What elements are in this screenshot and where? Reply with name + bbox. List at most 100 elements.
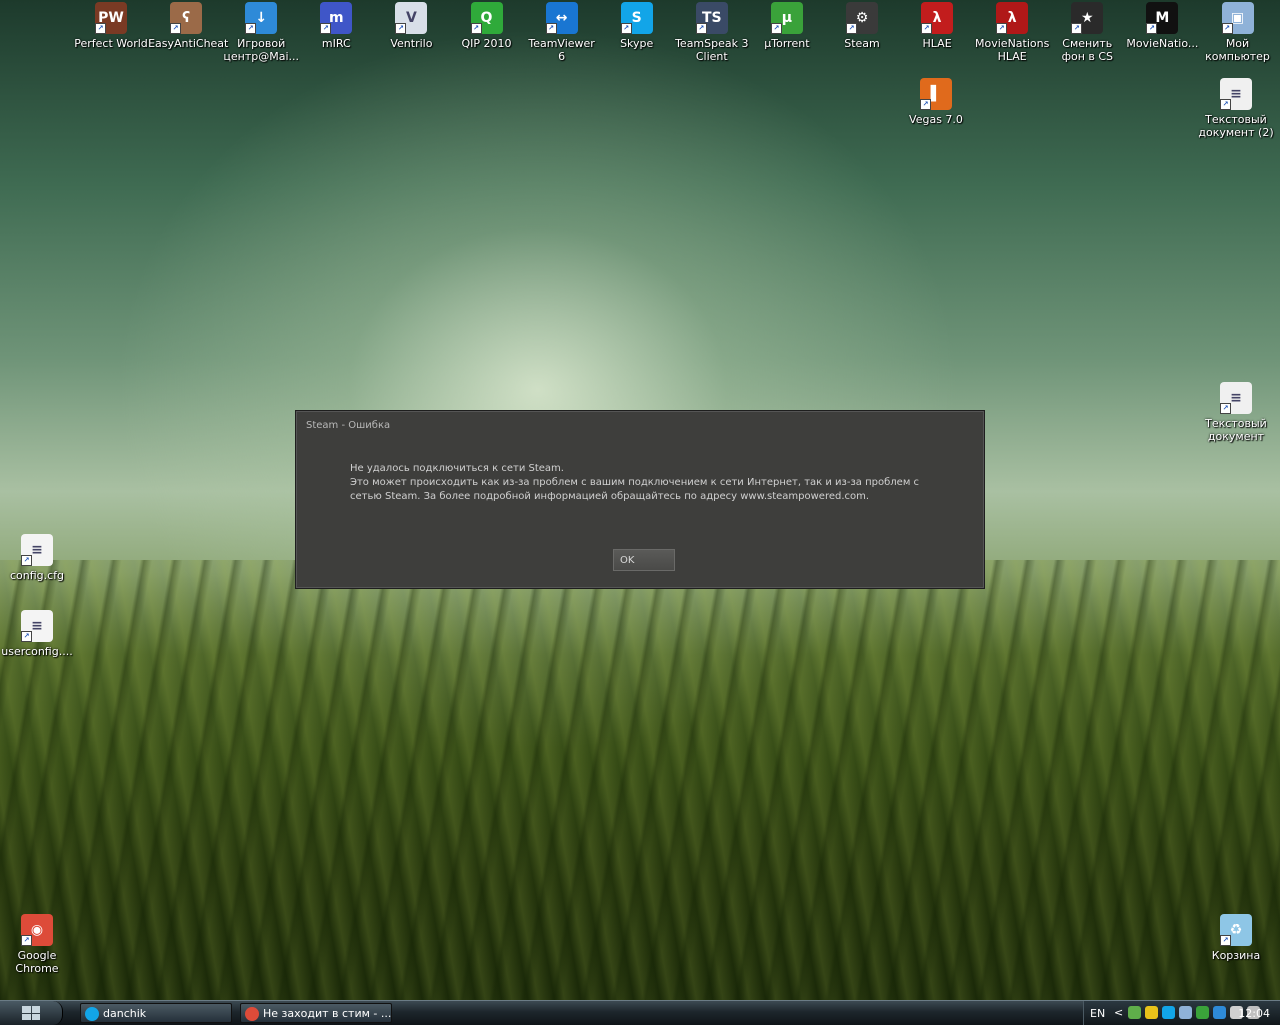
icon-glyph: ≡ xyxy=(1230,389,1242,406)
ventrilo-headset-icon: V ↗ xyxy=(395,2,428,34)
qip-icon: Q ↗ xyxy=(470,2,503,34)
desktop-shortcut-label: config.cfg xyxy=(9,569,65,582)
desktop-shortcut[interactable]: ⚙ ↗ Steam xyxy=(824,2,900,50)
shortcut-arrow-icon: ↗ xyxy=(996,23,1008,34)
desktop-shortcut[interactable]: m ↗ mIRC xyxy=(298,2,374,50)
desktop-shortcut[interactable]: ★ ↗ Сменить фон в CS xyxy=(1049,2,1125,63)
skype-tray-icon[interactable] xyxy=(1162,1006,1175,1019)
taskbar-item-label: Не заходит в стим - ... xyxy=(263,1007,392,1020)
my-computer-icon: ▣ ↗ xyxy=(1221,2,1254,34)
desktop-shortcut-label: µTorrent xyxy=(764,37,810,50)
desktop-shortcut[interactable]: ↓ ↗ Игровой центр@Mai... xyxy=(223,2,299,63)
dialog-message-line2: Это может происходить как из-за проблем … xyxy=(350,477,920,502)
icon-glyph: ★ xyxy=(1081,9,1094,26)
desktop-shortcut[interactable]: S ↗ Skype xyxy=(599,2,675,50)
dialog-message: Не удалось подключиться к сети Steam. Эт… xyxy=(350,462,950,504)
utorrent-tray-icon[interactable] xyxy=(1196,1006,1209,1019)
teddy-bear-icon: ʕ ↗ xyxy=(170,2,203,34)
dialog-title: Steam - Ошибка xyxy=(306,420,391,431)
desktop-shortcut-label: HLAE xyxy=(922,37,952,50)
icon-glyph: ʕ xyxy=(182,9,191,26)
clock[interactable]: 12:04 xyxy=(1238,1007,1270,1020)
network-icon[interactable] xyxy=(1128,1006,1141,1019)
desktop-shortcut[interactable]: ≡ ↗ Текстовый документ xyxy=(1198,382,1274,443)
desktop-shortcut-label: Текстовый документ xyxy=(1205,417,1267,443)
desktop-shortcut-label: Ventrilo xyxy=(390,37,433,50)
show-hidden-icons-button[interactable]: < xyxy=(1114,1006,1123,1019)
desktop-shortcut[interactable]: ▌ ↗ Vegas 7.0 xyxy=(898,78,974,126)
shortcut-arrow-icon: ↗ xyxy=(21,631,32,642)
movienations-hlae-icon: λ ↗ xyxy=(996,2,1029,34)
shortcut-arrow-icon: ↗ xyxy=(1071,23,1083,34)
icon-glyph: λ xyxy=(932,9,942,26)
wallpaper-wheat xyxy=(0,560,1280,1000)
windows-logo-icon xyxy=(22,1006,40,1020)
icon-glyph: ≡ xyxy=(1230,85,1242,102)
desktop-shortcut-label: Текстовый документ (2) xyxy=(1198,113,1274,139)
desktop-shortcut[interactable]: λ ↗ MovieNations HLAE xyxy=(974,2,1050,63)
skype-icon: S ↗ xyxy=(620,2,653,34)
shortcut-arrow-icon: ↗ xyxy=(1220,403,1231,414)
taskbar-item-skype[interactable]: danchik xyxy=(80,1003,232,1023)
desktop-shortcut[interactable]: Q ↗ QIP 2010 xyxy=(449,2,525,50)
shortcut-arrow-icon: ↗ xyxy=(1146,23,1158,34)
icon-glyph: Q xyxy=(480,9,493,26)
shortcut-arrow-icon: ↗ xyxy=(470,23,482,34)
desktop-shortcut[interactable]: ↔ ↗ TeamViewer 6 xyxy=(524,2,600,63)
text-document-icon: ≡ ↗ xyxy=(1220,78,1252,110)
shortcut-arrow-icon: ↗ xyxy=(395,23,407,34)
desktop-shortcut-label: Vegas 7.0 xyxy=(909,113,963,126)
download-arrow-icon: ↓ ↗ xyxy=(245,2,278,34)
desktop-shortcut-label: Google Chrome xyxy=(15,949,59,975)
language-indicator[interactable]: EN xyxy=(1090,1007,1105,1020)
desktop-shortcut[interactable]: ≡ ↗ Текстовый документ (2) xyxy=(1198,78,1274,139)
recycle-bin-icon: ♻ ↗ xyxy=(1220,914,1252,946)
desktop-shortcut[interactable]: ▣ ↗ Мой компьютер xyxy=(1200,2,1276,63)
shortcut-arrow-icon: ↗ xyxy=(21,555,32,566)
desktop-shortcut[interactable]: µ ↗ µTorrent xyxy=(749,2,825,50)
desktop-shortcut[interactable]: ♻ ↗ Корзина xyxy=(1198,914,1274,962)
shortcut-arrow-icon: ↗ xyxy=(21,935,32,946)
desktop-shortcut[interactable]: M ↗ MovieNatio... xyxy=(1124,2,1200,50)
shortcut-arrow-icon: ↗ xyxy=(320,23,332,34)
desktop-shortcut[interactable]: PW ↗ Perfect World xyxy=(73,2,149,50)
ok-button[interactable]: OK xyxy=(613,549,675,571)
icon-glyph: ⚙ xyxy=(855,9,869,26)
shortcut-arrow-icon: ↗ xyxy=(245,23,257,34)
taskbar-item-chrome[interactable]: Не заходит в стим - ... xyxy=(240,1003,392,1023)
steam-icon: ⚙ ↗ xyxy=(846,2,878,34)
desktop-shortcut[interactable]: TS ↗ TeamSpeak 3 Client xyxy=(674,2,750,63)
cfg-file-icon: ≡ ↗ xyxy=(21,610,53,642)
desktop-shortcut-label: Perfect World xyxy=(74,37,148,50)
desktop-shortcut-label: EasyAntiCheat xyxy=(148,37,229,50)
qip-tray-icon[interactable] xyxy=(1145,1006,1158,1019)
teamspeak-icon: TS ↗ xyxy=(695,2,728,34)
shortcut-arrow-icon: ↗ xyxy=(921,23,933,34)
desktop-shortcut[interactable]: ◉ ↗ Google Chrome xyxy=(0,914,75,975)
utorrent-icon: µ ↗ xyxy=(770,2,803,34)
download-tray-icon[interactable] xyxy=(1213,1006,1226,1019)
movienations-icon: M ↗ xyxy=(1146,2,1179,34)
desktop-shortcut[interactable]: V ↗ Ventrilo xyxy=(373,2,449,50)
perfect-world-icon: PW ↗ xyxy=(95,2,127,34)
lan-icon[interactable] xyxy=(1179,1006,1192,1019)
system-tray: EN < 12:04 xyxy=(1083,1001,1280,1025)
desktop-shortcut-label: Steam xyxy=(844,37,880,50)
desktop-shortcut[interactable]: ≡ ↗ config.cfg xyxy=(0,534,75,582)
taskbar-item-label: danchik xyxy=(103,1007,147,1020)
desktop-shortcut-label: mIRC xyxy=(321,37,351,50)
shortcut-arrow-icon: ↗ xyxy=(770,23,782,34)
icon-glyph: ◉ xyxy=(30,921,44,938)
icon-glyph: M xyxy=(1155,9,1170,26)
icon-glyph: ≡ xyxy=(31,541,43,558)
desktop-shortcut-label: Мой компьютер xyxy=(1205,37,1270,63)
mirc-icon: m ↗ xyxy=(320,2,353,34)
desktop-shortcut[interactable]: ʕ ↗ EasyAntiCheat xyxy=(148,2,229,50)
shortcut-arrow-icon: ↗ xyxy=(95,23,106,34)
desktop-shortcut-label: Сменить фон в CS xyxy=(1061,37,1114,63)
desktop-shortcut[interactable]: λ ↗ HLAE xyxy=(899,2,975,50)
desktop-shortcut[interactable]: ≡ ↗ userconfig.... xyxy=(0,610,75,658)
icon-glyph: ♻ xyxy=(1229,921,1243,938)
start-button[interactable] xyxy=(0,1001,63,1025)
desktop-shortcut-label: Skype xyxy=(620,37,654,50)
